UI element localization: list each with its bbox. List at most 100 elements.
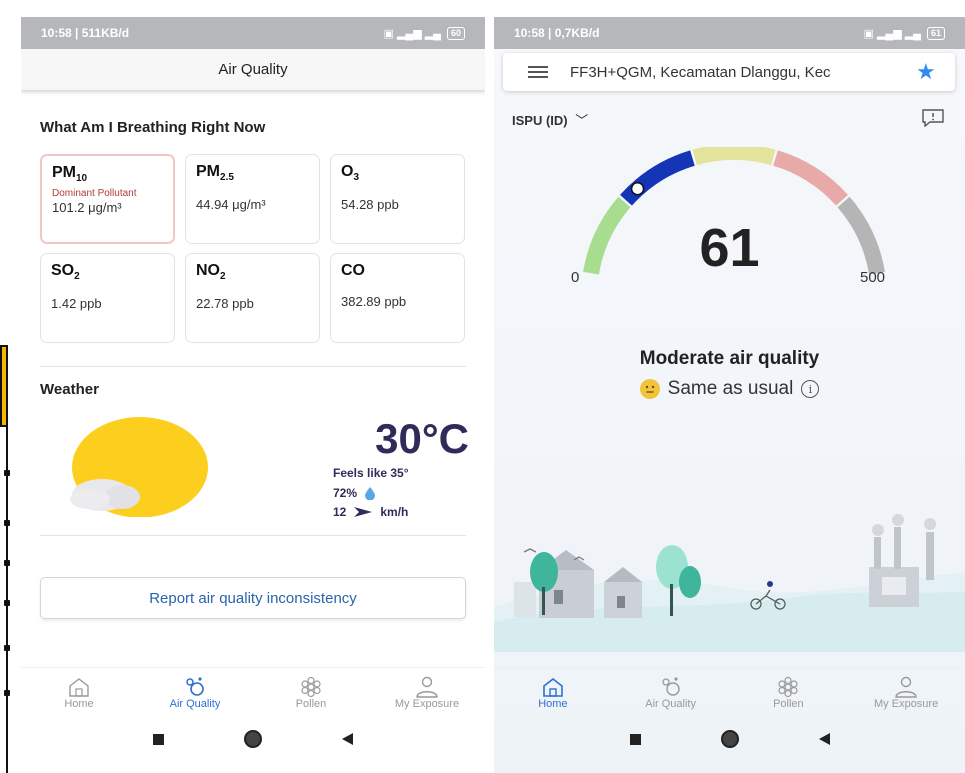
- gauge-segment: [692, 147, 776, 166]
- section-divider: [40, 366, 466, 367]
- nav-label: Air Quality: [645, 697, 696, 710]
- nav-air-quality[interactable]: Air Quality: [626, 676, 716, 710]
- signal-icon: ▣ ▂▄▆ ▂▄: [863, 27, 921, 40]
- index-name: ISPU (ID): [512, 113, 568, 128]
- location-text: FF3H+QGM, Kecamatan Dlanggu, Kec: [570, 63, 831, 81]
- system-navigation: [21, 721, 485, 757]
- pollutant-card-pm25[interactable]: PM2.5 44.94 μg/m³: [185, 154, 320, 244]
- person-icon: [895, 676, 917, 698]
- pollutant-value: 44.94 μg/m³: [196, 197, 266, 213]
- pollutant-card-o3[interactable]: O3 54.28 ppb: [330, 154, 465, 244]
- pollutant-name: O: [341, 163, 354, 180]
- humidity-row: 72%: [333, 486, 376, 500]
- report-inconsistency-button[interactable]: Report air quality inconsistency: [40, 577, 466, 619]
- pollutant-value: 101.2 μg/m³: [52, 200, 122, 216]
- wind-speed: 12: [333, 505, 347, 519]
- pollutant-subscript: 2: [220, 271, 226, 283]
- pollutant-card-co[interactable]: CO 382.89 ppb: [330, 253, 465, 343]
- status-bar: 10:58 | 511KB/d ▣ ▂▄▆ ▂▄ 60: [21, 17, 485, 49]
- pollutant-value: 1.42 ppb: [51, 296, 102, 312]
- nav-label: Pollen: [295, 697, 327, 710]
- wind-direction-icon: [354, 507, 373, 517]
- menu-icon[interactable]: [528, 66, 548, 78]
- nav-home[interactable]: Home: [34, 676, 124, 710]
- air-quality-screen: 10:58 | 511KB/d ▣ ▂▄▆ ▂▄ 60 Air Quality …: [21, 17, 485, 773]
- pollen-icon: [778, 676, 798, 697]
- nav-home[interactable]: Home: [508, 676, 598, 710]
- home-screen: 10:58 | 0,7KB/d ▣ ▂▄▆ ▂▄ 61 FF3H+QGM, Ke…: [494, 17, 965, 773]
- sunny-cloud-icon: [70, 417, 208, 517]
- air-quality-icon: [186, 676, 204, 696]
- nav-air-quality[interactable]: Air Quality: [150, 676, 240, 710]
- nav-label: My Exposure: [394, 697, 460, 710]
- gauge-min-label: 0: [571, 269, 580, 286]
- index-selector[interactable]: ISPU (ID) ﹀: [512, 110, 588, 129]
- nav-label: My Exposure: [874, 697, 939, 710]
- report-button-label: Report air quality inconsistency: [149, 589, 357, 607]
- city-landscape-illustration: [494, 514, 965, 652]
- home-system-button[interactable]: [720, 730, 739, 748]
- wind-row: 12 km/h: [333, 505, 408, 519]
- pollutant-name: CO: [341, 262, 365, 279]
- air-quality-status: Moderate air quality: [639, 348, 820, 369]
- pollutant-subscript: 2: [74, 271, 80, 283]
- pollutant-card-pm10[interactable]: PM10 Dominant Pollutant 101.2 μg/m³: [40, 154, 175, 244]
- nav-my-exposure[interactable]: My Exposure: [382, 676, 472, 710]
- pollutant-subscript: 10: [76, 173, 88, 185]
- battery-icon: 61: [926, 26, 945, 40]
- air-quality-icon: [661, 676, 680, 696]
- left-edge-decoration: [0, 345, 10, 773]
- wind-unit: km/h: [380, 505, 409, 519]
- nav-label: Home: [538, 697, 568, 710]
- app-bar: Air Quality: [21, 49, 485, 91]
- status-time: 10:58 | 511KB/d: [41, 26, 130, 40]
- nav-pollen[interactable]: Pollen: [743, 676, 833, 710]
- pollutant-name: NO: [196, 262, 220, 279]
- favorite-star-icon[interactable]: ★: [916, 59, 936, 85]
- weather-heading: Weather: [40, 381, 99, 398]
- neutral-face-icon: [639, 379, 660, 399]
- dominant-pollutant-label: Dominant Pollutant: [52, 188, 137, 200]
- humidity-value: 72%: [333, 486, 358, 500]
- gauge-segment: [773, 150, 848, 206]
- pollutant-value: 54.28 ppb: [341, 197, 399, 213]
- signal-icon: ▣ ▂▄▆ ▂▄: [383, 27, 441, 40]
- chevron-down-icon: ﹀: [575, 113, 589, 128]
- gauge-marker: [630, 181, 645, 196]
- section-divider: [40, 535, 466, 536]
- pollutant-card-so2[interactable]: SO2 1.42 ppb: [40, 253, 175, 343]
- pollutant-value: 22.78 ppb: [196, 296, 254, 312]
- pollutant-grid: PM10 Dominant Pollutant 101.2 μg/m³ PM2.…: [40, 154, 466, 343]
- info-icon[interactable]: i: [801, 380, 820, 398]
- back-button[interactable]: [342, 733, 353, 745]
- nav-pollen[interactable]: Pollen: [266, 676, 356, 710]
- back-button[interactable]: [818, 733, 830, 745]
- nav-label: Pollen: [773, 697, 804, 710]
- battery-icon: 60: [446, 26, 465, 40]
- home-system-button[interactable]: [244, 730, 262, 748]
- feels-like: Feels like 35°: [333, 466, 409, 480]
- system-navigation: [494, 721, 965, 757]
- recent-apps-button[interactable]: [153, 733, 164, 745]
- pollutant-name: SO: [51, 262, 75, 279]
- pollutant-name: PM: [52, 164, 76, 181]
- recent-apps-button[interactable]: [629, 733, 641, 745]
- nav-my-exposure[interactable]: My Exposure: [861, 676, 951, 710]
- home-icon: [543, 677, 563, 697]
- pollutant-subscript: 2.5: [220, 172, 234, 184]
- person-icon: [416, 676, 438, 698]
- pollutant-card-no2[interactable]: NO2 22.78 ppb: [185, 253, 320, 343]
- feedback-icon[interactable]: [921, 109, 945, 127]
- pollutant-subscript: 3: [353, 172, 360, 184]
- pollutant-value: 382.89 ppb: [341, 294, 407, 309]
- location-search-bar[interactable]: FF3H+QGM, Kecamatan Dlanggu, Kec ★: [503, 53, 955, 91]
- bottom-navigation: Home Air Quality Pollen My Exposure: [494, 667, 965, 717]
- water-drop-icon: [365, 486, 376, 500]
- temperature: 30°C: [375, 415, 469, 462]
- page-title: Air Quality: [218, 61, 288, 78]
- status-time: 10:58 | 0,7KB/d: [514, 26, 600, 40]
- gauge-max-label: 500: [860, 269, 886, 286]
- aqi-value: 61: [699, 218, 760, 278]
- nav-label: Air Quality: [169, 697, 221, 710]
- pollen-icon: [301, 676, 321, 697]
